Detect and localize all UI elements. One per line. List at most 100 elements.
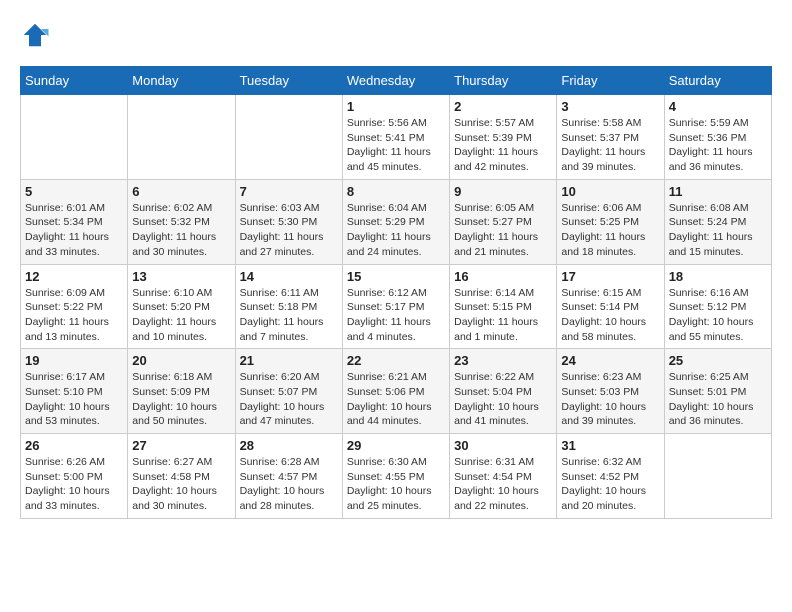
calendar-cell: 2 Sunrise: 5:57 AM Sunset: 5:39 PM Daylig… — [450, 95, 557, 180]
day-number: 28 — [240, 438, 338, 453]
calendar-cell: 18Sunrise: 6:16 AM Sunset: 5:12 PM Dayli… — [664, 264, 771, 349]
day-number: 4 — [669, 99, 767, 114]
day-number: 21 — [240, 353, 338, 368]
page-header — [20, 20, 772, 50]
day-info: Sunrise: 6:10 AM Sunset: 5:20 PM Dayligh… — [132, 286, 230, 345]
day-number: 11 — [669, 184, 767, 199]
day-number: 9 — [454, 184, 552, 199]
day-info: Sunrise: 6:30 AM Sunset: 4:55 PM Dayligh… — [347, 455, 445, 514]
day-info: Sunrise: 6:04 AM Sunset: 5:29 PM Dayligh… — [347, 201, 445, 260]
calendar-cell: 9 Sunrise: 6:05 AM Sunset: 5:27 PM Daylig… — [450, 179, 557, 264]
calendar-cell: 28 Sunrise: 6:28 AM Sunset: 4:57 PM Dayli… — [235, 434, 342, 519]
calendar-cell: 11 Sunrise: 6:08 AM Sunset: 5:24 PM Dayli… — [664, 179, 771, 264]
day-info: Sunrise: 6:09 AM Sunset: 5:22 PM Dayligh… — [25, 286, 123, 345]
calendar-cell: 7 Sunrise: 6:03 AM Sunset: 5:30 PM Daylig… — [235, 179, 342, 264]
day-info: Sunrise: 6:05 AM Sunset: 5:27 PM Dayligh… — [454, 201, 552, 260]
day-number: 27 — [132, 438, 230, 453]
day-number: 24 — [561, 353, 659, 368]
day-number: 15 — [347, 269, 445, 284]
calendar-cell: 12 Sunrise: 6:09 AM Sunset: 5:22 PM Dayli… — [21, 264, 128, 349]
day-info: Sunrise: 5:59 AM Sunset: 5:36 PM Dayligh… — [669, 116, 767, 175]
calendar-cell: 15 Sunrise: 6:12 AM Sunset: 5:17 PM Dayli… — [342, 264, 449, 349]
day-info: Sunrise: 6:17 AM Sunset: 5:10 PM Dayligh… — [25, 370, 123, 429]
calendar-cell: 30Sunrise: 6:31 AM Sunset: 4:54 PM Dayli… — [450, 434, 557, 519]
calendar-cell: 8 Sunrise: 6:04 AM Sunset: 5:29 PM Daylig… — [342, 179, 449, 264]
day-info: Sunrise: 6:03 AM Sunset: 5:30 PM Dayligh… — [240, 201, 338, 260]
day-info: Sunrise: 6:11 AM Sunset: 5:18 PM Dayligh… — [240, 286, 338, 345]
day-number: 12 — [25, 269, 123, 284]
day-info: Sunrise: 6:20 AM Sunset: 5:07 PM Dayligh… — [240, 370, 338, 429]
calendar-cell — [664, 434, 771, 519]
day-number: 26 — [25, 438, 123, 453]
day-info: Sunrise: 6:14 AM Sunset: 5:15 PM Dayligh… — [454, 286, 552, 345]
calendar-cell: 31 Sunrise: 6:32 AM Sunset: 4:52 PM Dayli… — [557, 434, 664, 519]
calendar-cell: 14 Sunrise: 6:11 AM Sunset: 5:18 PM Dayli… — [235, 264, 342, 349]
day-number: 14 — [240, 269, 338, 284]
day-info: Sunrise: 6:18 AM Sunset: 5:09 PM Dayligh… — [132, 370, 230, 429]
calendar-cell: 3 Sunrise: 5:58 AM Sunset: 5:37 PM Daylig… — [557, 95, 664, 180]
day-number: 17 — [561, 269, 659, 284]
day-info: Sunrise: 6:27 AM Sunset: 4:58 PM Dayligh… — [132, 455, 230, 514]
day-number: 3 — [561, 99, 659, 114]
calendar-cell: 25 Sunrise: 6:25 AM Sunset: 5:01 PM Dayli… — [664, 349, 771, 434]
day-info: Sunrise: 5:56 AM Sunset: 5:41 PM Dayligh… — [347, 116, 445, 175]
day-number: 7 — [240, 184, 338, 199]
day-number: 5 — [25, 184, 123, 199]
day-info: Sunrise: 6:31 AM Sunset: 4:54 PM Dayligh… — [454, 455, 552, 514]
weekday-header: Saturday — [664, 67, 771, 95]
day-number: 18 — [669, 269, 767, 284]
day-info: Sunrise: 6:02 AM Sunset: 5:32 PM Dayligh… — [132, 201, 230, 260]
day-info: Sunrise: 6:28 AM Sunset: 4:57 PM Dayligh… — [240, 455, 338, 514]
calendar-week-row: 1 Sunrise: 5:56 AM Sunset: 5:41 PM Daylig… — [21, 95, 772, 180]
calendar-cell: 19 Sunrise: 6:17 AM Sunset: 5:10 PM Dayli… — [21, 349, 128, 434]
weekday-header: Tuesday — [235, 67, 342, 95]
day-number: 29 — [347, 438, 445, 453]
day-number: 16 — [454, 269, 552, 284]
calendar-week-row: 5 Sunrise: 6:01 AM Sunset: 5:34 PM Daylig… — [21, 179, 772, 264]
weekday-header: Monday — [128, 67, 235, 95]
calendar-week-row: 12 Sunrise: 6:09 AM Sunset: 5:22 PM Dayli… — [21, 264, 772, 349]
day-info: Sunrise: 6:21 AM Sunset: 5:06 PM Dayligh… — [347, 370, 445, 429]
weekday-header: Wednesday — [342, 67, 449, 95]
day-info: Sunrise: 6:01 AM Sunset: 5:34 PM Dayligh… — [25, 201, 123, 260]
day-info: Sunrise: 6:32 AM Sunset: 4:52 PM Dayligh… — [561, 455, 659, 514]
day-info: Sunrise: 5:57 AM Sunset: 5:39 PM Dayligh… — [454, 116, 552, 175]
calendar-cell — [21, 95, 128, 180]
calendar-cell: 5 Sunrise: 6:01 AM Sunset: 5:34 PM Daylig… — [21, 179, 128, 264]
day-number: 8 — [347, 184, 445, 199]
day-info: Sunrise: 6:06 AM Sunset: 5:25 PM Dayligh… — [561, 201, 659, 260]
logo — [20, 20, 54, 50]
calendar-cell: 1 Sunrise: 5:56 AM Sunset: 5:41 PM Daylig… — [342, 95, 449, 180]
day-number: 2 — [454, 99, 552, 114]
calendar-week-row: 26 Sunrise: 6:26 AM Sunset: 5:00 PM Dayli… — [21, 434, 772, 519]
day-info: Sunrise: 6:25 AM Sunset: 5:01 PM Dayligh… — [669, 370, 767, 429]
calendar-cell: 23Sunrise: 6:22 AM Sunset: 5:04 PM Dayli… — [450, 349, 557, 434]
calendar-cell: 4 Sunrise: 5:59 AM Sunset: 5:36 PM Daylig… — [664, 95, 771, 180]
calendar-cell — [235, 95, 342, 180]
day-number: 19 — [25, 353, 123, 368]
weekday-header: Thursday — [450, 67, 557, 95]
day-number: 31 — [561, 438, 659, 453]
weekday-header: Friday — [557, 67, 664, 95]
calendar-cell: 20Sunrise: 6:18 AM Sunset: 5:09 PM Dayli… — [128, 349, 235, 434]
day-info: Sunrise: 6:12 AM Sunset: 5:17 PM Dayligh… — [347, 286, 445, 345]
calendar-cell: 17Sunrise: 6:15 AM Sunset: 5:14 PM Dayli… — [557, 264, 664, 349]
day-info: Sunrise: 5:58 AM Sunset: 5:37 PM Dayligh… — [561, 116, 659, 175]
calendar-cell: 10 Sunrise: 6:06 AM Sunset: 5:25 PM Dayli… — [557, 179, 664, 264]
calendar-cell: 24 Sunrise: 6:23 AM Sunset: 5:03 PM Dayli… — [557, 349, 664, 434]
day-info: Sunrise: 6:26 AM Sunset: 5:00 PM Dayligh… — [25, 455, 123, 514]
calendar-cell: 22Sunrise: 6:21 AM Sunset: 5:06 PM Dayli… — [342, 349, 449, 434]
logo-icon — [20, 20, 50, 50]
calendar-cell: 16 Sunrise: 6:14 AM Sunset: 5:15 PM Dayli… — [450, 264, 557, 349]
day-info: Sunrise: 6:23 AM Sunset: 5:03 PM Dayligh… — [561, 370, 659, 429]
day-number: 25 — [669, 353, 767, 368]
day-number: 1 — [347, 99, 445, 114]
weekday-header: Sunday — [21, 67, 128, 95]
day-info: Sunrise: 6:08 AM Sunset: 5:24 PM Dayligh… — [669, 201, 767, 260]
day-number: 13 — [132, 269, 230, 284]
calendar-cell: 29 Sunrise: 6:30 AM Sunset: 4:55 PM Dayli… — [342, 434, 449, 519]
day-number: 10 — [561, 184, 659, 199]
calendar-cell: 21 Sunrise: 6:20 AM Sunset: 5:07 PM Dayli… — [235, 349, 342, 434]
calendar-week-row: 19 Sunrise: 6:17 AM Sunset: 5:10 PM Dayli… — [21, 349, 772, 434]
day-number: 6 — [132, 184, 230, 199]
